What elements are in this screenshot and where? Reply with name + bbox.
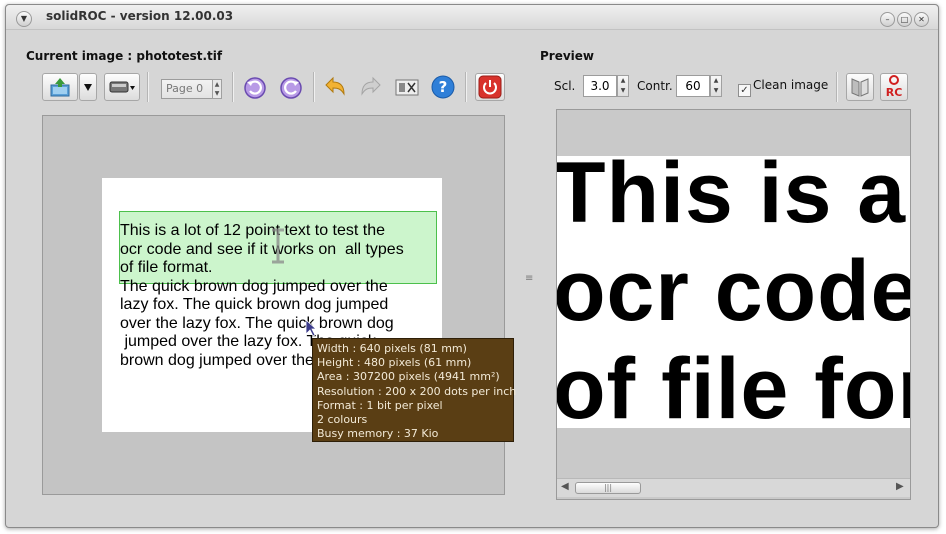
window-menu-icon[interactable]: ▼ [16,11,32,27]
rotate-right-button[interactable] [276,73,306,101]
image-info-tooltip: Width : 640 pixels (81 mm) Height : 480 … [312,338,517,442]
toolbar-separator [147,72,149,102]
preview-toggle-button[interactable] [846,73,874,101]
open-image-icon [50,78,70,97]
mouse-pointer-icon [305,319,317,337]
preview-line: of file for [557,341,910,428]
ocr-button[interactable]: RC [880,73,908,101]
scroll-right-icon[interactable]: ▶ [896,481,904,492]
preview-heading: Preview [540,49,595,63]
maximize-icon[interactable]: □ [897,12,912,27]
tooltip-line: Resolution : 200 x 200 dots per inch [317,384,517,398]
tooltip-line: Format : 1 bit per pixel [317,398,443,412]
clean-image-checkbox[interactable]: ✓ [738,84,751,97]
open-menu-button[interactable] [79,73,97,101]
dropdown-arrow-icon [84,84,92,91]
current-image-heading: Current image : phototest.tif [26,49,223,63]
preview-horizontal-scrollbar[interactable]: ◀ ||| ▶ [557,478,910,497]
page-field[interactable]: Page 0 [161,79,213,99]
rotate-left-button[interactable] [240,73,270,101]
ocr-icon: RC [886,75,903,99]
contr-spinner[interactable]: ▲ ▼ [710,75,722,97]
undo-icon [325,76,345,96]
doc-line: lazy fox. The quick brown dog jumped [120,296,389,313]
minimize-icon[interactable]: – [880,12,895,27]
splitter-handle[interactable]: ≡ [525,273,533,284]
rotate-left-icon [244,77,266,99]
doc-line: over the lazy fox. The quick brown dog [120,314,394,332]
contr-field[interactable]: 60 [676,75,710,97]
text-cursor-icon [272,228,284,264]
preview-panel[interactable]: This is a ocr code of file for ◀ ||| ▶ [556,109,911,500]
help-icon: ? [431,75,455,99]
tooltip-line: Area : 307200 pixels (4941 mm²) [317,370,500,384]
book-icon [851,78,869,97]
crop-icon [395,79,419,96]
clean-image-label: Clean image [753,78,829,92]
open-image-button[interactable] [42,73,78,101]
toolbar-separator [836,72,838,102]
scl-spinner[interactable]: ▲ ▼ [617,75,629,97]
tooltip-line: Height : 480 pixels (61 mm) [317,356,472,370]
power-button[interactable] [475,73,505,101]
scl-label: Scl. [554,79,576,93]
rotate-right-icon [280,77,302,99]
preview-line: ocr code [557,243,910,339]
toolbar-separator [465,72,467,102]
title-bar: ▼ solidROC - version 12.00.03 – □ ✕ [6,5,938,30]
scl-field[interactable]: 3.0 [583,75,617,97]
contr-label: Contr. [637,79,673,93]
preview-image: This is a ocr code of file for [557,156,910,428]
crop-button[interactable] [392,73,422,101]
app-window: ▼ solidROC - version 12.00.03 – □ ✕ Curr… [5,4,939,528]
tooltip-line: 2 colours [317,413,368,427]
scroll-left-icon[interactable]: ◀ [561,481,569,492]
power-icon [478,75,502,99]
help-button[interactable]: ? [428,73,458,101]
undo-button[interactable] [320,73,350,101]
scrollbar-thumb[interactable]: ||| [575,482,641,494]
svg-text:?: ? [439,78,448,96]
redo-button[interactable] [356,73,386,101]
ocr-button-text: RC [886,86,903,99]
close-icon[interactable]: ✕ [914,12,929,27]
toolbar-separator [313,72,315,102]
preview-line: This is a [557,156,907,241]
scanner-button[interactable] [104,73,140,101]
redo-icon [361,76,381,96]
tooltip-line: Width : 640 pixels (81 mm) [317,342,467,355]
tooltip-line: Busy memory : 37 Kio [317,427,439,441]
page-spinner[interactable]: ▲ ▼ [212,79,222,99]
scanner-icon [109,81,135,93]
toolbar-separator [232,72,234,102]
doc-line: The quick brown dog jumped over the [120,277,388,295]
window-title: solidROC - version 12.00.03 [46,9,234,23]
